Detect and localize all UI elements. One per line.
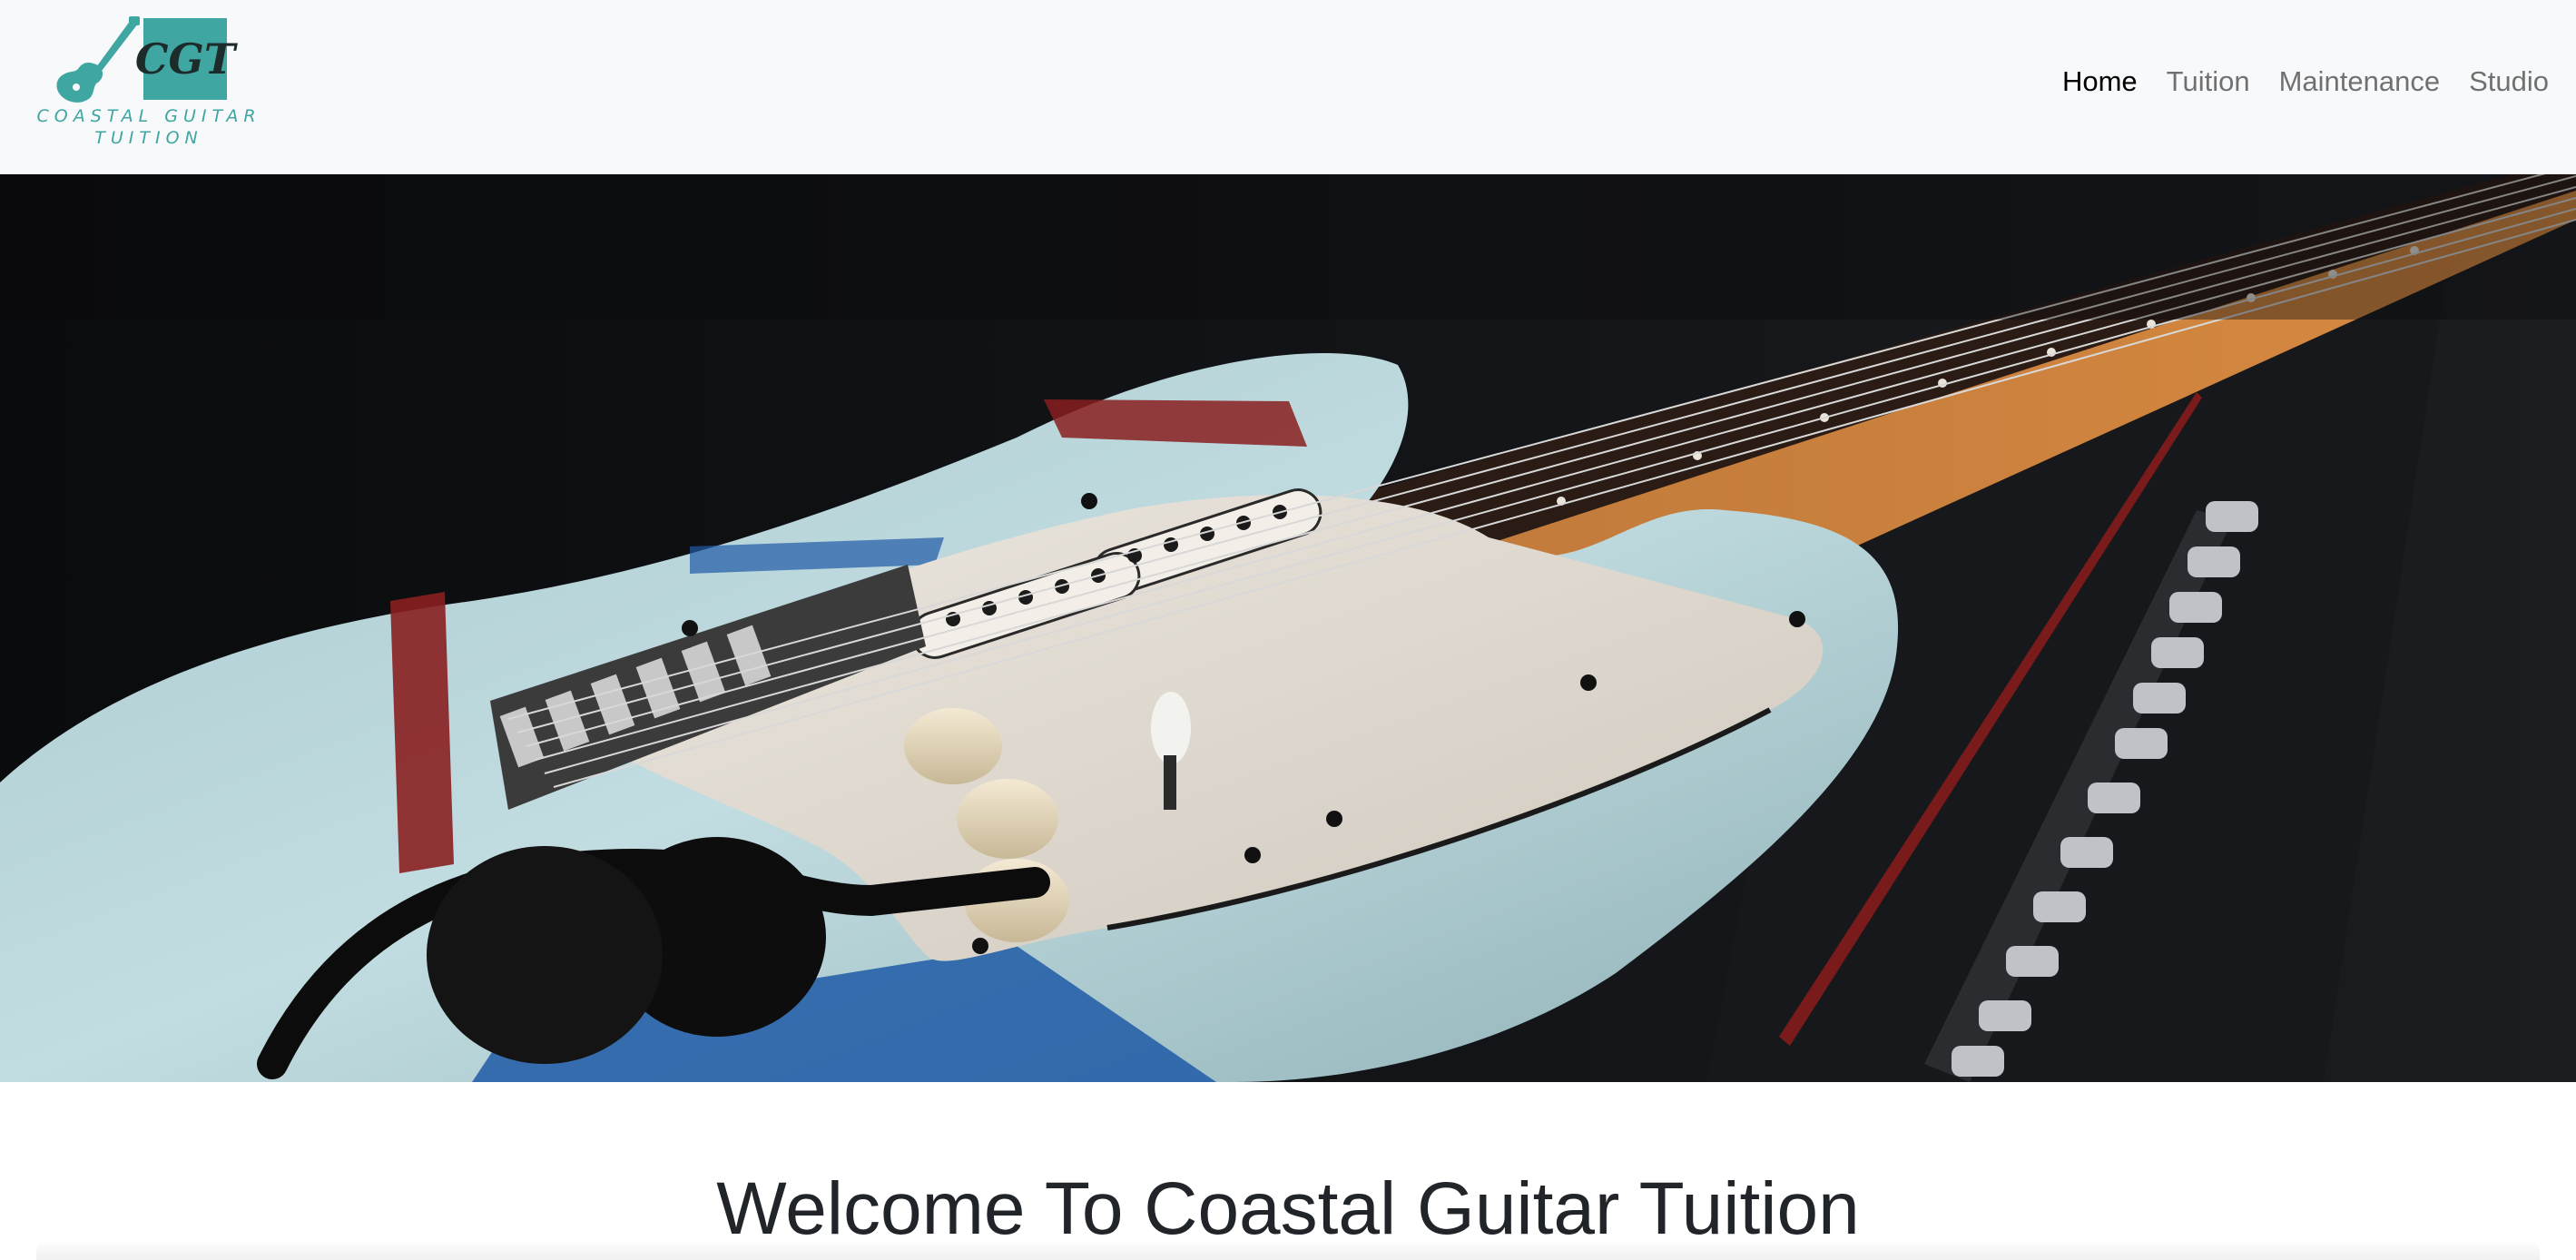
main-nav: Home Tuition Maintenance Studio bbox=[2062, 60, 2549, 103]
svg-text:TUITION: TUITION bbox=[94, 128, 203, 148]
top-navbar: CGT COASTAL GUITAR TUITION Home Tuition … bbox=[0, 0, 2576, 174]
nav-link-home[interactable]: Home bbox=[2062, 60, 2138, 103]
nav-link-studio[interactable]: Studio bbox=[2469, 60, 2549, 103]
guitar-logo-icon: CGT COASTAL GUITAR TUITION bbox=[36, 16, 261, 148]
hero-banner bbox=[0, 174, 2576, 1082]
svg-text:COASTAL GUITAR: COASTAL GUITAR bbox=[36, 106, 261, 126]
nav-link-tuition[interactable]: Tuition bbox=[2167, 60, 2250, 103]
brand-logo[interactable]: CGT COASTAL GUITAR TUITION bbox=[15, 15, 287, 151]
card-edge bbox=[36, 1240, 2540, 1260]
hero-guitar-image bbox=[0, 174, 2576, 1082]
svg-text:CGT: CGT bbox=[135, 34, 239, 84]
nav-link-maintenance[interactable]: Maintenance bbox=[2279, 60, 2441, 103]
